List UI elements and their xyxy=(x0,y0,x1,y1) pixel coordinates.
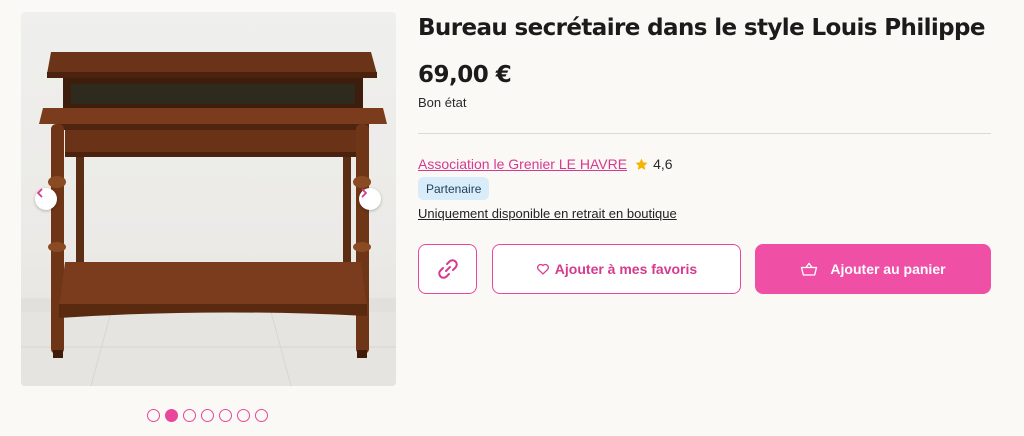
gallery-prev-button[interactable] xyxy=(35,188,57,210)
gallery-pagination xyxy=(147,409,268,422)
gallery-dot[interactable] xyxy=(237,409,250,422)
basket-icon xyxy=(801,262,818,276)
add-to-cart-button[interactable]: Ajouter au panier xyxy=(755,244,991,294)
gallery-dot[interactable] xyxy=(201,409,214,422)
divider xyxy=(418,133,991,134)
gallery-next-button[interactable] xyxy=(359,188,381,210)
add-to-cart-label: Ajouter au panier xyxy=(830,261,946,277)
product-condition: Bon état xyxy=(418,95,467,110)
heart-icon xyxy=(536,263,549,275)
partner-badge: Partenaire xyxy=(418,177,490,200)
share-link-button[interactable] xyxy=(418,244,477,294)
chevron-right-icon xyxy=(361,188,367,198)
link-icon xyxy=(437,259,458,279)
chevron-left-icon xyxy=(37,188,43,198)
gallery-dot[interactable] xyxy=(165,409,178,422)
seller-row: Association le Grenier LE HAVRE 4,6 xyxy=(418,156,673,172)
product-photo xyxy=(21,52,396,386)
seller-link[interactable]: Association le Grenier LE HAVRE xyxy=(418,156,627,172)
product-image-gallery xyxy=(21,12,396,386)
add-to-favorites-label: Ajouter à mes favoris xyxy=(554,261,698,277)
product-title: Bureau secrétaire dans le style Louis Ph… xyxy=(418,15,986,41)
add-to-favorites-button[interactable]: Ajouter à mes favoris xyxy=(492,244,741,294)
seller-rating-value: 4,6 xyxy=(653,156,673,172)
seller-rating: 4,6 xyxy=(634,156,673,172)
star-icon xyxy=(635,158,648,170)
product-price: 69,00 € xyxy=(418,62,512,88)
pickup-note-link[interactable]: Uniquement disponible en retrait en bout… xyxy=(418,206,677,221)
gallery-dot[interactable] xyxy=(147,409,160,422)
gallery-dot[interactable] xyxy=(219,409,232,422)
gallery-dot[interactable] xyxy=(183,409,196,422)
gallery-dot[interactable] xyxy=(255,409,268,422)
